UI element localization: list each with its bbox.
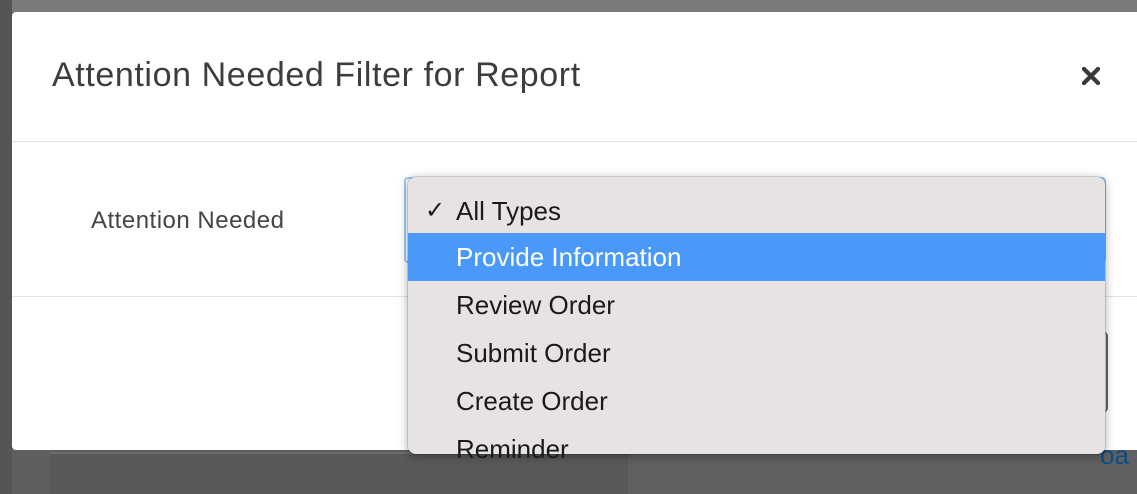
attention-needed-label: Attention Needed (91, 207, 285, 234)
dropdown-option-label: Provide Information (456, 242, 682, 272)
dropdown-option-label: Create Order (456, 386, 608, 416)
dropdown-option-label: Reminder (456, 434, 569, 464)
dropdown-option[interactable]: Reminder (408, 425, 1105, 473)
close-icon (1081, 66, 1101, 86)
dropdown-option[interactable]: Submit Order (408, 329, 1105, 377)
dropdown-option[interactable]: Create Order (408, 377, 1105, 425)
background-page-strip (0, 0, 1137, 12)
checkmark-icon: ✓ (425, 197, 446, 224)
dropdown-option-label: Review Order (456, 290, 615, 320)
dropdown-option[interactable]: ✓ All Types (408, 189, 1105, 233)
dropdown-option[interactable]: Review Order (408, 281, 1105, 329)
modal-header: Attention Needed Filter for Report (12, 12, 1137, 142)
attention-needed-dropdown: ✓ All Types Provide Information Review Orde… (408, 177, 1105, 464)
close-button[interactable] (1075, 60, 1107, 92)
background-page-edge (0, 0, 12, 494)
dropdown-option-label: All Types (456, 196, 562, 226)
dropdown-option-label: Submit Order (456, 338, 611, 368)
modal-title: Attention Needed Filter for Report (52, 56, 581, 94)
dropdown-option[interactable]: Provide Information (408, 233, 1105, 281)
